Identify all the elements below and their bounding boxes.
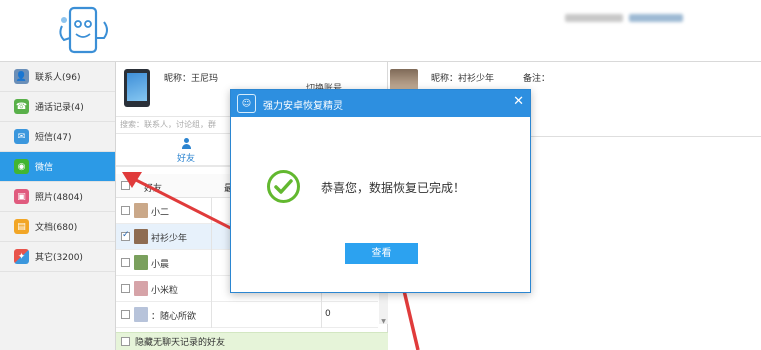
account-nickname: 昵称：王尼玛 bbox=[164, 74, 219, 84]
app-logo-icon: ☺ bbox=[237, 94, 256, 113]
select-all-checkbox[interactable] bbox=[121, 181, 130, 190]
account-name-blurred bbox=[565, 14, 623, 22]
sidebar-item-label: 微信 bbox=[35, 163, 54, 173]
row-checkbox[interactable] bbox=[121, 310, 130, 319]
friend-name: 小晨 bbox=[151, 260, 170, 270]
cell-divider bbox=[211, 276, 212, 302]
person-icon bbox=[181, 138, 192, 149]
phone-icon: ☎ bbox=[14, 99, 29, 114]
sidebar-item-sms[interactable]: ✉ 短信(47) bbox=[0, 122, 115, 152]
close-icon[interactable]: ✕ bbox=[513, 94, 524, 109]
row-checkbox[interactable] bbox=[121, 230, 130, 241]
sidebar-item-calls[interactable]: ☎ 通话记录(4) bbox=[0, 92, 115, 122]
avatar bbox=[134, 307, 148, 322]
friend-name: 衬衫少年 bbox=[151, 234, 188, 244]
hide-empty-checkbox[interactable] bbox=[121, 337, 130, 346]
avatar bbox=[134, 281, 148, 296]
cell-divider bbox=[211, 302, 212, 328]
dialog-body: 恭喜您，数据恢复已完成！ 查看 bbox=[231, 117, 530, 292]
sidebar-item-wechat[interactable]: ◉ 微信 bbox=[0, 152, 115, 182]
sidebar-item-contacts[interactable]: 👤 联系人(96) bbox=[0, 62, 115, 92]
sms-icon: ✉ bbox=[14, 129, 29, 144]
recovery-complete-dialog: ☺ 强力安卓恢复精灵 ✕ 恭喜您，数据恢复已完成！ 查看 bbox=[230, 89, 531, 293]
sidebar-item-documents[interactable]: ▤ 文档(680) bbox=[0, 212, 115, 242]
wechat-icon: ◉ bbox=[14, 159, 29, 174]
contacts-icon: 👤 bbox=[14, 69, 29, 84]
sidebar-item-other[interactable]: ✦ 其它(3200) bbox=[0, 242, 115, 272]
account-info-blurred bbox=[565, 14, 683, 22]
table-row[interactable]: ：随心所欲 0 bbox=[116, 302, 378, 328]
sidebar-item-label: 短信(47) bbox=[35, 133, 72, 143]
sidebar: 👤 联系人(96) ☎ 通话记录(4) ✉ 短信(47) ◉ 微信 ▣ 照片(4… bbox=[0, 62, 116, 350]
sidebar-item-label: 文档(680) bbox=[35, 223, 78, 233]
detail-nickname: 昵称：衬衫少年 bbox=[431, 74, 495, 84]
row-checkbox[interactable] bbox=[121, 206, 130, 215]
app-header bbox=[0, 0, 761, 62]
sidebar-item-label: 通话记录(4) bbox=[35, 103, 84, 113]
friend-name: ：随心所欲 bbox=[151, 312, 197, 322]
view-button[interactable]: 查看 bbox=[345, 243, 418, 264]
cell-divider bbox=[211, 224, 212, 250]
message-count: 0 bbox=[325, 309, 331, 319]
tab-friends[interactable]: 好友 bbox=[171, 138, 201, 164]
other-icon: ✦ bbox=[14, 249, 29, 264]
sidebar-item-photos[interactable]: ▣ 照片(4804) bbox=[0, 182, 115, 212]
success-check-icon bbox=[267, 170, 300, 203]
scroll-down-icon[interactable]: ▼ bbox=[379, 318, 388, 326]
row-checkbox[interactable] bbox=[121, 258, 130, 267]
dialog-message: 恭喜您，数据恢复已完成！ bbox=[321, 181, 466, 195]
sidebar-item-label: 照片(4804) bbox=[35, 193, 83, 203]
cell-divider bbox=[211, 198, 212, 224]
avatar bbox=[134, 255, 148, 270]
photo-icon: ▣ bbox=[14, 189, 29, 204]
hide-empty-friends-option[interactable]: 隐藏无聊天记录的好友 bbox=[116, 332, 388, 350]
column-header-name: 好友 bbox=[144, 184, 163, 194]
friend-name: 小米粒 bbox=[151, 286, 179, 296]
hide-empty-label: 隐藏无聊天记录的好友 bbox=[135, 338, 226, 348]
tab-friends-label: 好友 bbox=[176, 154, 195, 164]
friend-name: 小二 bbox=[151, 208, 170, 218]
cell-divider bbox=[211, 250, 212, 276]
cell-divider bbox=[321, 302, 322, 328]
sidebar-item-label: 其它(3200) bbox=[35, 253, 83, 263]
avatar bbox=[134, 203, 148, 218]
detail-note: 备注： bbox=[523, 74, 551, 84]
sidebar-item-label: 联系人(96) bbox=[35, 73, 81, 83]
document-icon: ▤ bbox=[14, 219, 29, 234]
dialog-titlebar: ☺ 强力安卓恢复精灵 ✕ bbox=[231, 90, 530, 117]
account-id-blurred bbox=[629, 14, 683, 22]
avatar bbox=[134, 229, 148, 244]
row-checkbox[interactable] bbox=[121, 284, 130, 293]
app-logo-icon bbox=[59, 6, 108, 54]
phone-icon bbox=[124, 69, 150, 107]
dialog-title: 强力安卓恢复精灵 bbox=[263, 101, 343, 112]
